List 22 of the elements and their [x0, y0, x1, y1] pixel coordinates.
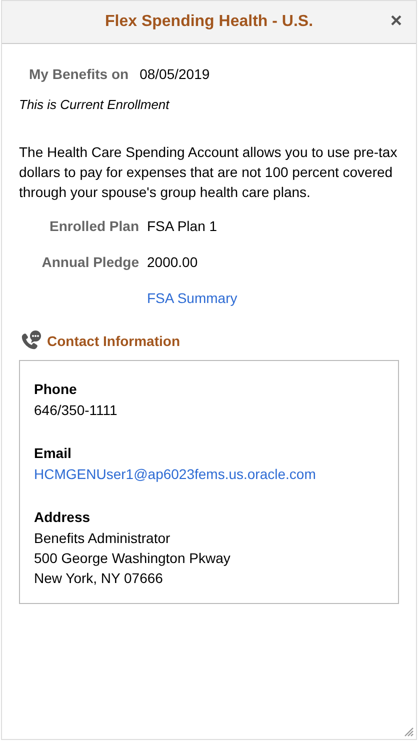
section-title: Contact Information [47, 333, 180, 349]
contact-text: 646/350-1111 [34, 401, 118, 420]
contact-heading: Phone [34, 381, 78, 397]
contact-heading: Address [34, 509, 92, 525]
close-button[interactable]: × [388, 11, 404, 31]
contact-heading: Email [34, 445, 72, 461]
email-link[interactable]: HCMGENUser1@ap6023fems.us.oracle.com [34, 464, 384, 484]
phone-chat-icon [19, 330, 43, 352]
contact-text: Benefits Administrator [34, 529, 172, 548]
enrollment-note: This is Current Enrollment [19, 97, 171, 112]
contact-text: New York, NY 07666 [34, 569, 164, 588]
field-label: Annual Pledge [40, 254, 139, 272]
window-title: Flex Spending Health - U.S. [104, 13, 314, 31]
field-value: 2000.00 [147, 254, 198, 272]
field-value: FSA Plan 1 [147, 218, 218, 236]
resize-grip-icon[interactable] [402, 725, 414, 737]
field-label: My Benefits on [29, 66, 129, 82]
contact-text: 500 George Washington Pkway [34, 549, 232, 568]
summary-link[interactable]: FSA Summary [147, 290, 238, 310]
field-label: Enrolled Plan [48, 218, 139, 236]
description-text: The Health Care Spending Account allows you to use pre-tax dollars to pay for expenses that are not 100 percent covered through your spouse's group health care plans. [19, 143, 398, 202]
field-value: 08/05/2019 [140, 66, 210, 82]
